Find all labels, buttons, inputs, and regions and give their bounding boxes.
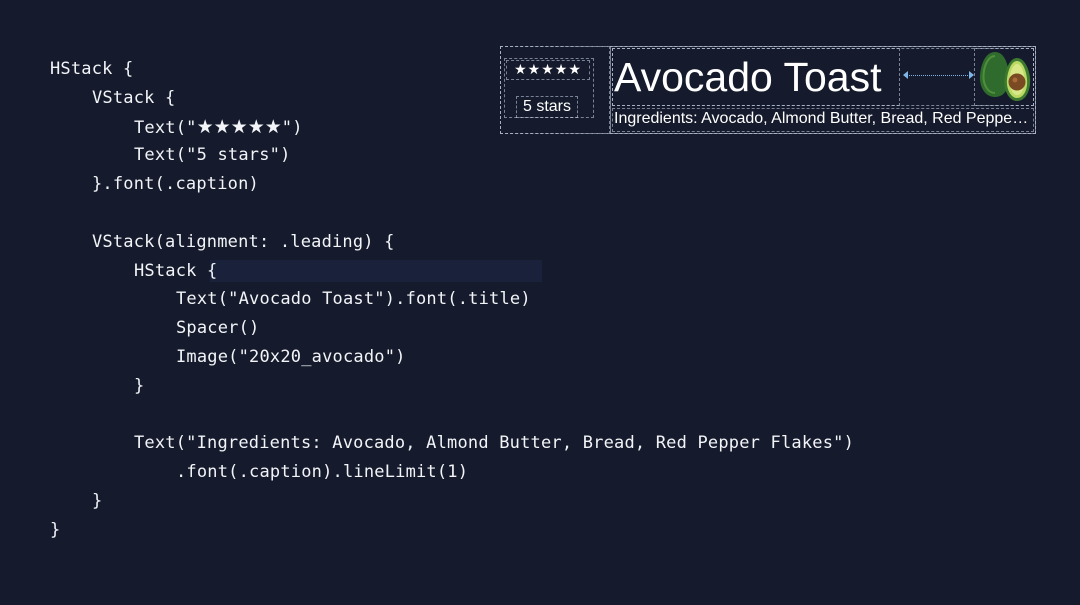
code-line-6: VStack(alignment: .leading) { <box>92 231 395 252</box>
code-line-15: } <box>50 519 61 540</box>
rating-stars: ★★★★★ <box>514 62 582 78</box>
code-line-12: Text("Ingredients: Avocado, Almond Butte… <box>134 433 855 454</box>
code-line-5: }.font(.caption) <box>92 174 259 195</box>
code-stars: ★★★★★ <box>196 115 282 138</box>
code-line-11: } <box>134 375 145 396</box>
code-line-10: Image("20x20_avocado") <box>176 346 406 367</box>
code-line-7-highlighted: HStack { <box>50 257 910 286</box>
preview-canvas: ★★★★★ 5 stars Avocado Toast Ingredients:… <box>500 46 1036 134</box>
code-text-open: Text(" <box>134 117 197 138</box>
spacer-indicator <box>904 75 972 77</box>
code-line-8: Text("Avocado Toast").font(.title) <box>176 289 531 310</box>
code-line-13: .font(.caption).lineLimit(1) <box>176 462 469 483</box>
code-line-9: Spacer() <box>176 318 260 339</box>
ingredients-text: Ingredients: Avocado, Almond Butter, Bre… <box>614 110 1032 127</box>
rating-text: 5 stars <box>522 98 571 115</box>
code-line-4: Text("5 stars") <box>134 145 291 166</box>
code-text-close: ") <box>281 117 303 138</box>
avocado-icon <box>979 52 1031 101</box>
title-text: Avocado Toast <box>614 54 882 100</box>
code-line-14: } <box>92 490 103 511</box>
